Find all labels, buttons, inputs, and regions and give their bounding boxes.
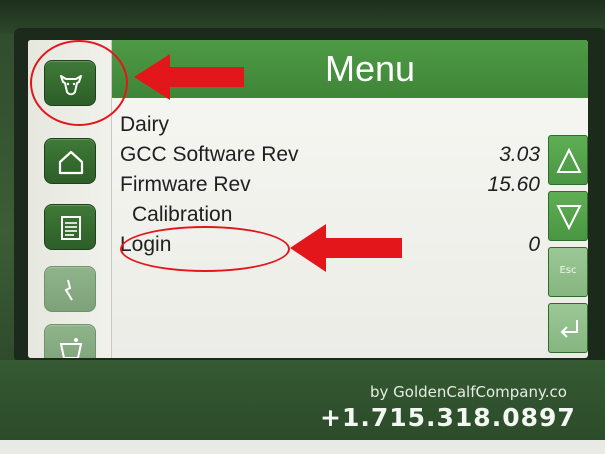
enter-button[interactable] (548, 303, 588, 353)
company-url: by GoldenCalfCompany.co (370, 383, 567, 401)
down-button[interactable] (548, 191, 588, 241)
list-item-value: 0 (528, 233, 540, 256)
sidebar-item-documents[interactable] (44, 204, 96, 250)
up-button[interactable] (548, 135, 588, 185)
list-item-label: Dairy (120, 113, 170, 136)
esc-label: Esc (559, 265, 577, 276)
company-phone: +1.715.318.0897 (320, 403, 576, 432)
sidebar-item-tools[interactable] (44, 266, 96, 312)
annotation-arrow-login (290, 224, 402, 272)
list-item-software-rev[interactable]: GCC Software Rev 3.03 (120, 140, 550, 170)
background-surface (0, 440, 605, 454)
sidebar-item-feeder[interactable] (44, 324, 96, 358)
annotation-circle-login (120, 226, 290, 272)
list-item-label: Firmware Rev (120, 173, 251, 196)
list-item-dairy[interactable]: Dairy (120, 110, 550, 140)
list-item-value: 15.60 (487, 173, 540, 196)
list-item-label: GCC Software Rev (120, 143, 299, 166)
wrench-icon (64, 279, 73, 301)
list-item-firmware-rev[interactable]: Firmware Rev 15.60 (120, 170, 550, 200)
annotation-arrow-icon (134, 54, 244, 100)
esc-button[interactable]: Esc (548, 247, 588, 297)
home-icon (58, 150, 84, 175)
feeder-icon (59, 338, 83, 358)
document-icon (61, 216, 81, 240)
annotation-circle-cow-icon (30, 40, 128, 126)
enter-icon (560, 320, 578, 338)
sidebar-item-home[interactable] (44, 138, 96, 184)
list-item-label: Calibration (132, 203, 233, 226)
down-arrow-icon (556, 205, 582, 231)
up-arrow-icon (556, 147, 582, 173)
navigation-buttons: Esc (548, 135, 588, 358)
list-item-value: 3.03 (499, 143, 540, 166)
device-photo: Menu Dairy GCC Software Rev 3.03 Firmwar… (0, 0, 605, 454)
